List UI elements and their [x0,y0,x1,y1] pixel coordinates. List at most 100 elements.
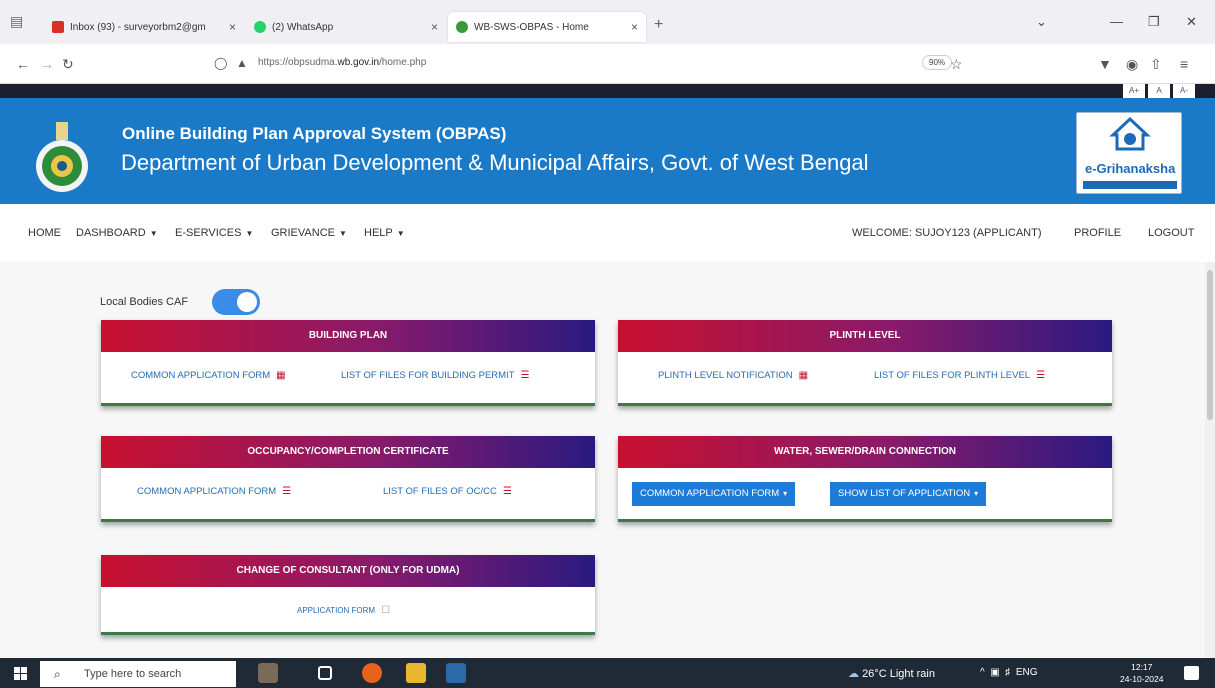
menu-dashboard[interactable]: DASHBOARD ▼ [76,227,158,239]
bookmark-star-icon[interactable]: ☆ [950,56,963,73]
building-plan-caf-link[interactable]: COMMON APPLICATION FORM ▦ [131,370,286,381]
menu-home[interactable]: HOME [28,227,61,239]
address-bar[interactable]: https://obpsudma.wb.gov.in/home.php [258,57,426,68]
e-grihanaksha-logo[interactable]: e-Grihanaksha [1076,112,1182,194]
font-size-controls: A+ A A- [1123,84,1195,98]
page-scrollbar[interactable] [1205,262,1215,658]
card-header: OCCUPANCY/COMPLETION CERTIFICATE [101,436,595,468]
menu-dashboard-label: DASHBOARD [76,227,146,239]
menu-eservices[interactable]: E-SERVICES ▼ [175,227,253,239]
new-tab-icon[interactable]: + [654,16,663,34]
link-label: COMMON APPLICATION FORM [131,370,271,381]
task-view-icon[interactable] [318,666,332,680]
forward-icon[interactable]: → [40,56,54,72]
west-bengal-emblem-icon [36,122,88,192]
back-icon[interactable]: ← [16,56,30,72]
card-change-consultant: CHANGE OF CONSULTANT (ONLY FOR UDMA) APP… [101,555,595,635]
gmail-icon [52,21,64,33]
font-reset-button[interactable]: A [1148,84,1170,98]
menu-grievance[interactable]: GRIEVANCE ▼ [271,227,347,239]
minimize-icon[interactable]: — [1110,14,1123,29]
top-strip: A+ A A- [0,84,1215,98]
zoom-indicator[interactable]: 90% [922,55,953,70]
tab-overflow-icon[interactable]: ⌄ [1036,14,1047,30]
caret-down-icon: ▼ [149,229,158,238]
account-icon[interactable]: ◉ [1126,56,1138,73]
whatsapp-icon [254,21,266,33]
link-label: LIST OF FILES FOR PLINTH LEVEL [874,370,1031,381]
card-header: CHANGE OF CONSULTANT (ONLY FOR UDMA) [101,555,595,587]
cortana-image-icon[interactable] [258,663,278,683]
notification-icon[interactable] [1184,666,1199,680]
site-banner: Online Building Plan Approval System (OB… [0,98,1215,204]
consultant-application-link[interactable]: APPLICATION FORM ☐ [297,605,390,616]
list-icon: ☰ [282,486,292,497]
occupancy-caf-link[interactable]: COMMON APPLICATION FORM ☰ [137,486,291,497]
card-occupancy: OCCUPANCY/COMPLETION CERTIFICATE COMMON … [101,436,595,522]
close-icon[interactable]: × [431,20,438,34]
link-label: PLINTH LEVEL NOTIFICATION [658,370,793,381]
menu-help[interactable]: HELP ▼ [364,227,405,239]
windows-start-icon[interactable] [14,667,27,680]
volume-icon: ♯ [1005,667,1011,678]
scrollbar-thumb[interactable] [1207,270,1213,420]
form-icon: ▦ [276,370,286,381]
app-icon[interactable] [446,663,466,683]
link-label: LIST OF FILES FOR BUILDING PERMIT [341,370,515,381]
occupancy-files-link[interactable]: LIST OF FILES OF OC/CC ☰ [383,486,512,497]
banner-subtitle: Department of Urban Development & Munici… [121,150,869,175]
plinth-files-link[interactable]: LIST OF FILES FOR PLINTH LEVEL ☰ [874,370,1045,381]
file-explorer-icon[interactable] [406,663,426,683]
browser-tabbar: ▤ Inbox (93) - surveyorbm2@gm × (2) What… [0,0,1215,44]
list-icon: ☰ [1036,370,1046,381]
menu-help-label: HELP [364,227,393,239]
form-icon: ☐ [381,605,391,616]
pocket-icon[interactable]: ▼ [1098,56,1112,72]
close-icon[interactable]: × [229,20,236,34]
extensions-icon[interactable]: ⇧ [1150,56,1162,73]
font-increase-button[interactable]: A+ [1123,84,1145,98]
menu-grievance-label: GRIEVANCE [271,227,335,239]
font-decrease-button[interactable]: A- [1173,84,1195,98]
close-icon[interactable]: × [631,20,638,34]
menu-logout[interactable]: LOGOUT [1148,227,1194,239]
caret-down-icon: ▼ [338,229,347,238]
clock[interactable]: 12:17 24-10-2024 [1120,661,1163,685]
menu-eservices-label: E-SERVICES [175,227,242,239]
reload-icon[interactable]: ↻ [62,56,74,73]
menu-icon[interactable]: ≡ [1180,56,1188,72]
chevron-up-icon: ^ [980,667,985,678]
welcome-text: WELCOME: SUJOY123 (APPLICANT) [852,227,1042,239]
weather-widget[interactable]: ☁ 26°C Light rain [848,667,935,680]
card-water-sewer: WATER, SEWER/DRAIN CONNECTION COMMON APP… [618,436,1112,522]
restore-icon[interactable]: ❐ [1148,14,1160,30]
tab-gmail[interactable]: Inbox (93) - surveyorbm2@gm × [44,12,244,42]
card-body: COMMON APPLICATION FORM ▦ LIST OF FILES F… [101,352,595,402]
tab-obpas[interactable]: WB-SWS-OBPAS - Home × [448,12,646,42]
list-icon: ☰ [502,486,512,497]
firefox-icon[interactable] [362,663,382,683]
close-window-icon[interactable]: ✕ [1186,14,1197,30]
shield-icon[interactable]: ◯ [214,56,227,70]
tab-list-icon[interactable]: ▤ [10,13,28,31]
clock-time: 12:17 [1131,662,1153,672]
plinth-notification-link[interactable]: PLINTH LEVEL NOTIFICATION ▦ [658,370,808,381]
obpas-favicon-icon [456,21,468,33]
building-permit-files-link[interactable]: LIST OF FILES FOR BUILDING PERMIT ☰ [341,370,529,381]
tab-whatsapp[interactable]: (2) WhatsApp × [246,12,446,42]
card-body: PLINTH LEVEL NOTIFICATION ▦ LIST OF FILES… [618,352,1112,402]
caf-toggle[interactable] [212,289,260,315]
water-list-dropdown-button[interactable]: SHOW LIST OF APPLICATION ▾ [830,482,987,506]
caret-down-icon: ▼ [396,229,405,238]
caret-down-icon: ▾ [974,489,979,498]
windows-taskbar: ⌕ Type here to search ☁ 26°C Light rain … [0,658,1215,688]
water-caf-dropdown-button[interactable]: COMMON APPLICATION FORM ▾ [632,482,796,506]
taskbar-search-placeholder: Type here to search [84,668,182,680]
caret-down-icon: ▼ [245,229,254,238]
tab-title: (2) WhatsApp [272,21,334,33]
system-tray[interactable]: ^ ▣ ♯ ENG [980,667,1038,678]
menu-profile[interactable]: PROFILE [1074,227,1121,239]
caret-down-icon: ▾ [783,489,788,498]
taskbar-search[interactable]: ⌕ Type here to search [40,661,236,687]
lock-icon[interactable]: ▲ [236,56,248,70]
